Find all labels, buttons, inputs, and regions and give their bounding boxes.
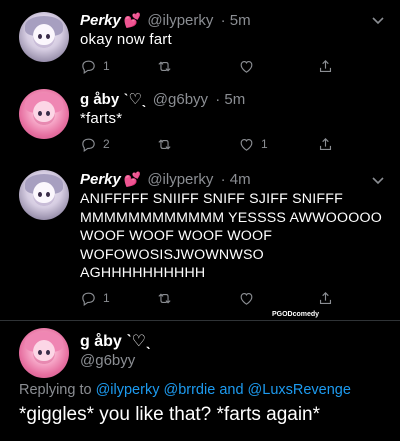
avatar[interactable] [19,170,69,220]
display-name[interactable]: Perky [80,12,121,29]
avatar[interactable] [19,328,69,378]
retweet-button[interactable] [156,288,173,308]
tweet-text: *farts* [80,110,123,127]
heart-badge: 💕 [123,12,142,28]
share-icon [319,59,332,72]
reply-count: 2 [103,137,110,151]
reply-icon [82,60,95,74]
watermark: PGODcomedy [272,311,320,318]
tweet-text: ANIFFFFF SNIIFF SNIFF SJIFF SNIFFF MMMMM… [80,191,382,281]
like-icon [240,292,253,305]
chevron-down-icon[interactable] [370,172,386,188]
user-handle[interactable]: @g6byy [153,91,208,108]
reply-count: 1 [103,59,110,73]
tweet-text: okay now fart [80,31,172,48]
user-handle[interactable]: @ilyperky [147,12,213,29]
retweet-button[interactable] [156,56,173,76]
reply-count: 1 [103,291,110,305]
replying-prefix: Replying to [19,382,92,398]
like-count: 1 [261,137,268,151]
action-bar: 1 [80,288,350,308]
timestamp: · 5m [220,12,251,29]
heart-badge: 💕 [123,171,142,187]
like-button[interactable] [238,56,255,76]
like-icon [240,60,253,73]
mention-link[interactable]: @brrdie [163,382,215,398]
like-button[interactable] [238,288,255,308]
share-icon [319,137,332,150]
replying-to: Replying to @ilyperky @brrdie and @LuxsR… [19,382,351,398]
reply-button[interactable]: 1 [80,288,110,308]
user-handle[interactable]: @g6byy [80,352,135,369]
display-name[interactable]: g åby ˋ♡ˎ [80,331,151,351]
action-bar: 2 1 [80,134,350,154]
mention-link[interactable]: @LuxsRevenge [248,382,351,398]
action-bar: 1 [80,56,350,76]
chevron-down-icon[interactable] [370,12,386,28]
retweet-icon [158,292,171,304]
reply-button[interactable]: 1 [80,56,110,76]
share-button[interactable] [317,56,334,76]
reply-icon [82,138,95,152]
mention-link[interactable]: @ilyperky [96,382,160,398]
divider [0,320,400,321]
reply-button[interactable]: 2 [80,134,110,154]
retweet-button[interactable] [156,134,173,154]
share-button[interactable] [317,134,334,154]
timestamp: · 4m [220,171,251,188]
display-name[interactable]: g åby ˋ♡ˎ [80,91,147,108]
avatar[interactable] [19,12,69,62]
retweet-icon [158,138,171,150]
like-button[interactable]: 1 [238,134,268,154]
share-button[interactable] [317,288,334,308]
user-handle[interactable]: @ilyperky [147,171,213,188]
share-icon [319,291,332,304]
like-icon [240,138,253,151]
display-name[interactable]: Perky [80,171,121,188]
avatar[interactable] [19,89,69,139]
tweet-text: *giggles* you like that? *farts again* [19,404,321,425]
mention-and: and [219,382,244,398]
retweet-icon [158,60,171,72]
reply-icon [82,292,95,306]
timestamp: · 5m [215,91,246,108]
